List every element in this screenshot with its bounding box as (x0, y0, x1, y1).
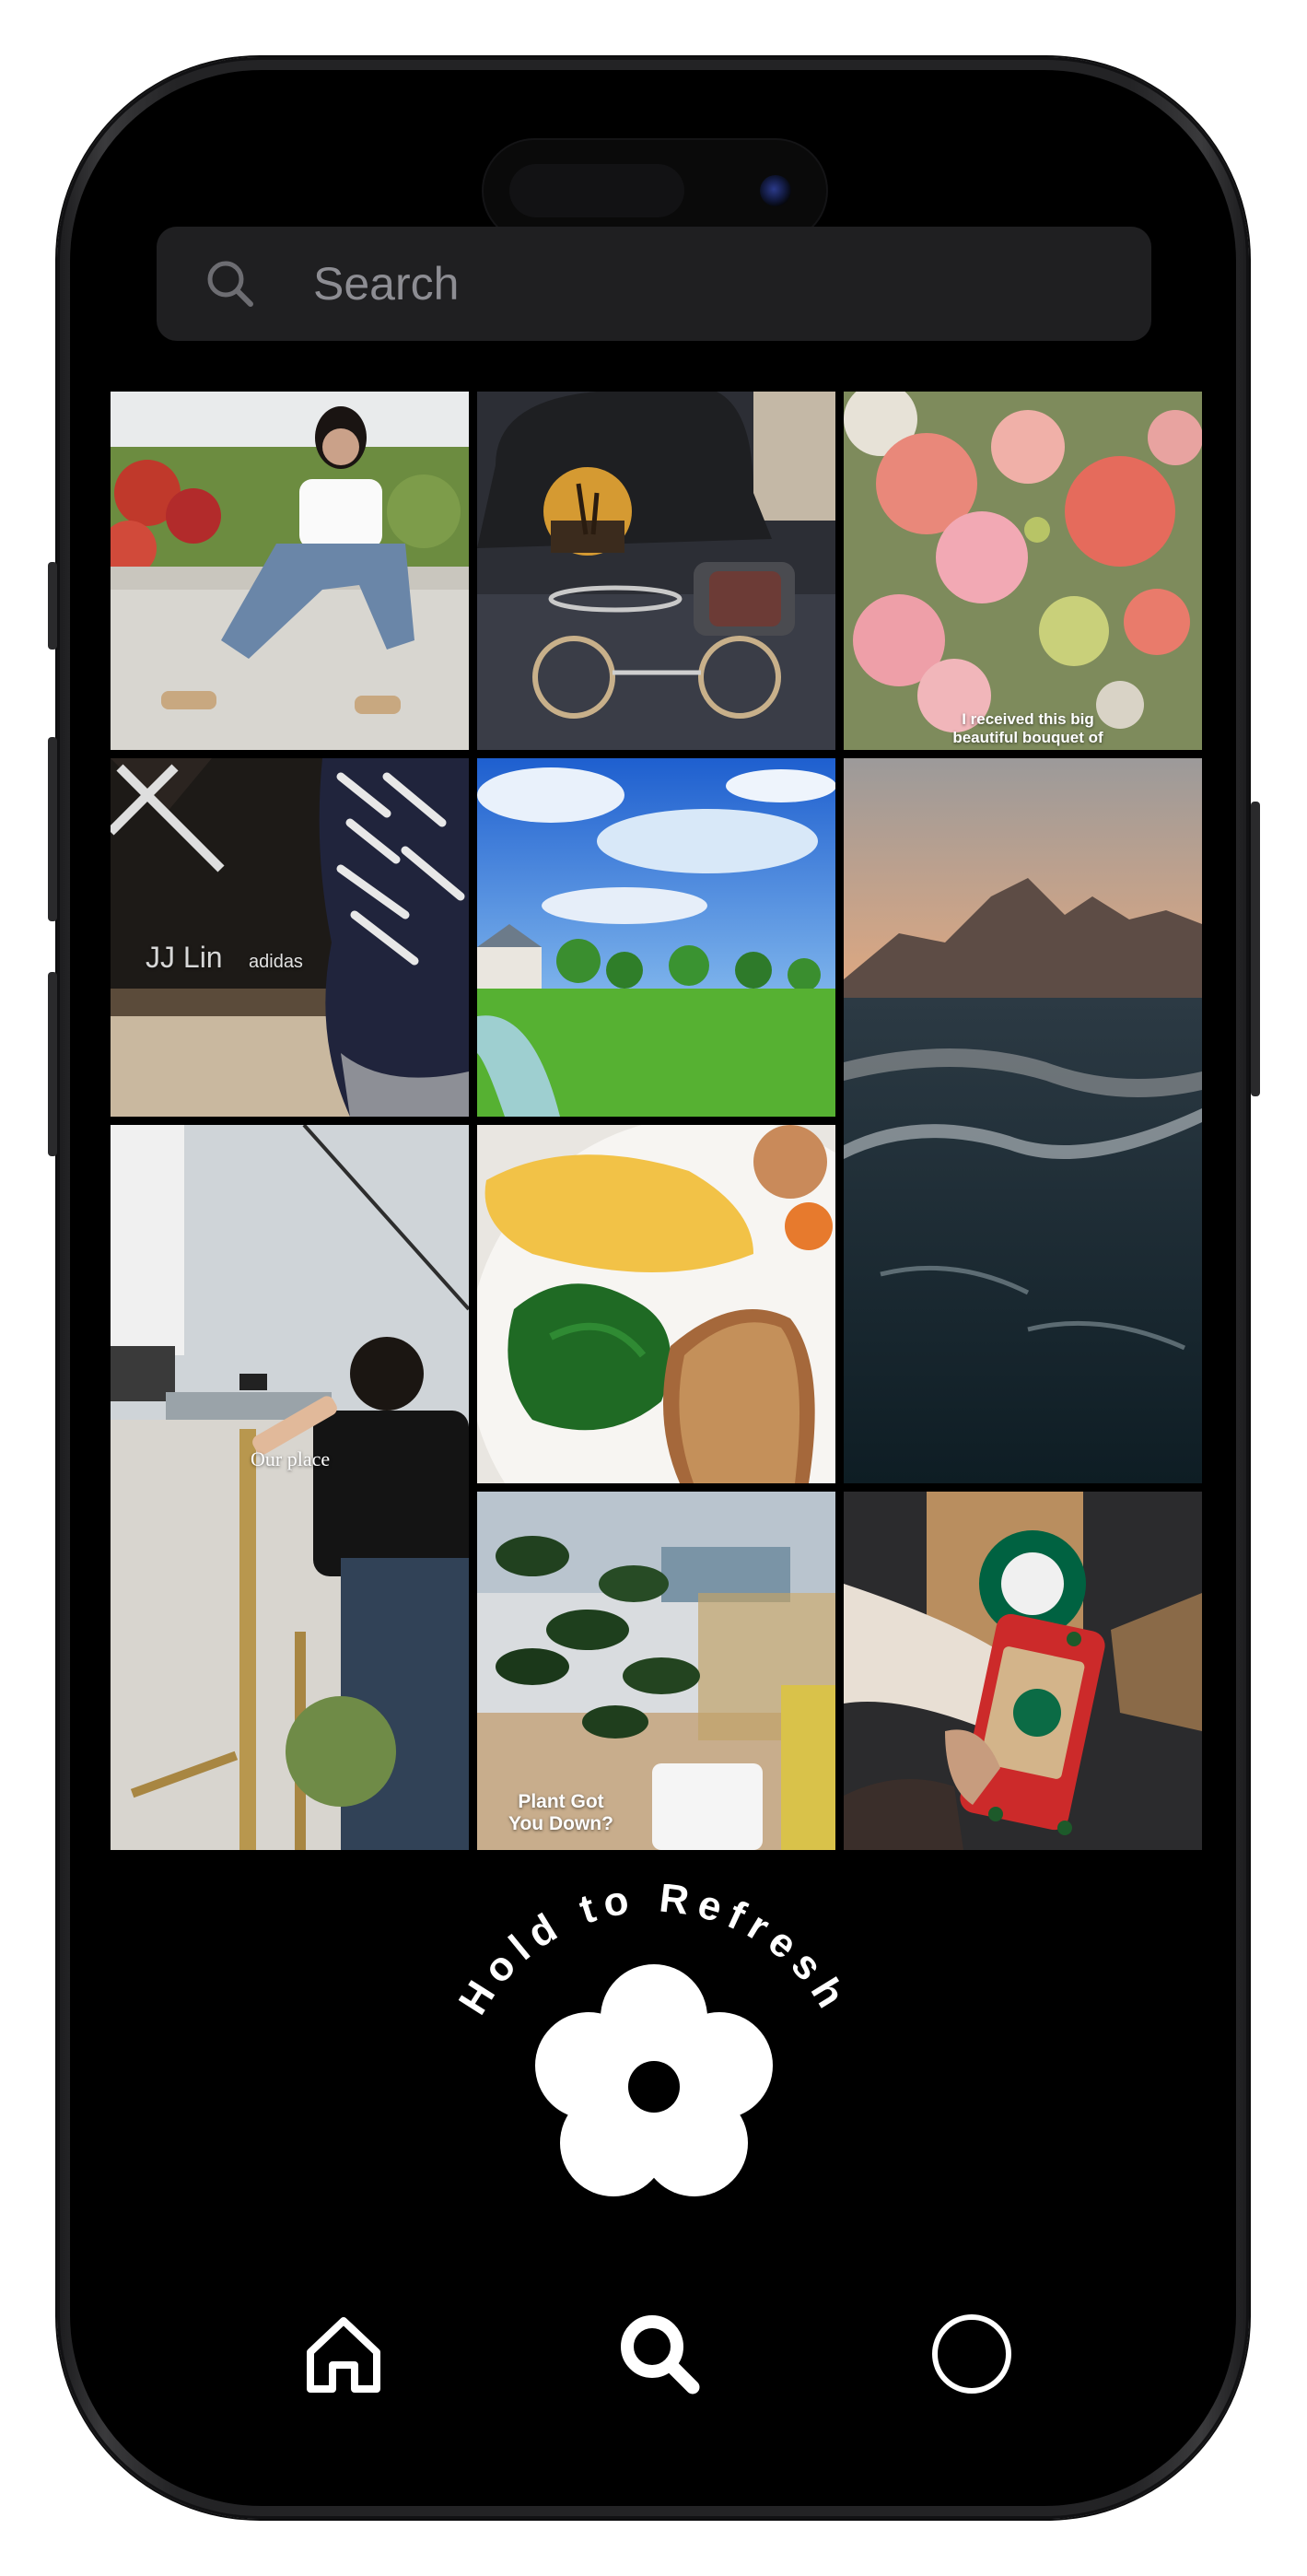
green-lawn-blue-sky-photo[interactable] (477, 758, 835, 1117)
starbucks-cup-photo[interactable] (844, 1492, 1202, 1850)
adidas-sneaker-photo[interactable]: JJ Lin adidas (111, 758, 469, 1117)
search-icon (207, 261, 253, 307)
volume-up-button (48, 737, 57, 921)
plant-caption-line-2: You Down? (508, 1813, 613, 1835)
woman-sitting-on-wall-photo[interactable] (111, 392, 469, 750)
bouquet-caption-line-1: I received this big (962, 710, 1094, 728)
bouquet-caption: I received this big beautiful bouquet of (936, 710, 1120, 746)
tab-search[interactable] (613, 2308, 706, 2400)
adidas-logo-label: adidas (249, 952, 303, 972)
tab-home[interactable] (298, 2308, 390, 2400)
action-button (48, 562, 57, 650)
our-place-caption: Our place (251, 1447, 331, 1470)
search-bar[interactable] (157, 227, 1151, 341)
search-input[interactable] (304, 227, 1124, 341)
plant-caption-line-1: Plant Got (518, 1791, 604, 1812)
bamboo-fence-video[interactable]: Our place (111, 1125, 469, 1850)
cap-watch-glasses-photo[interactable] (477, 392, 835, 750)
camera-icon (760, 175, 791, 206)
circle-icon (932, 2314, 1011, 2394)
home-icon (307, 2317, 380, 2393)
flower-bouquet-photo[interactable]: I received this big beautiful bouquet of (844, 392, 1202, 750)
plant-caption: Plant Got You Down? (501, 1791, 621, 1835)
power-button (1251, 802, 1260, 1096)
bouquet-caption-line-2: beautiful bouquet of (952, 728, 1103, 746)
face-id-sensor (509, 164, 684, 217)
plant-video[interactable]: Plant Got You Down? (477, 1492, 835, 1850)
mountain-beach-video[interactable] (844, 758, 1202, 1483)
jj-lin-label: JJ Lin (146, 941, 223, 974)
search-icon (621, 2315, 700, 2395)
refresh-control[interactable]: Hold to Refresh (433, 1884, 875, 2234)
volume-down-button (48, 972, 57, 1156)
explore-grid: I received this big beautiful bouquet of… (111, 392, 1216, 1866)
flower-icon (535, 1964, 773, 2196)
tab-profile[interactable] (926, 2308, 1018, 2400)
omelette-breakfast-photo[interactable] (477, 1125, 835, 1483)
